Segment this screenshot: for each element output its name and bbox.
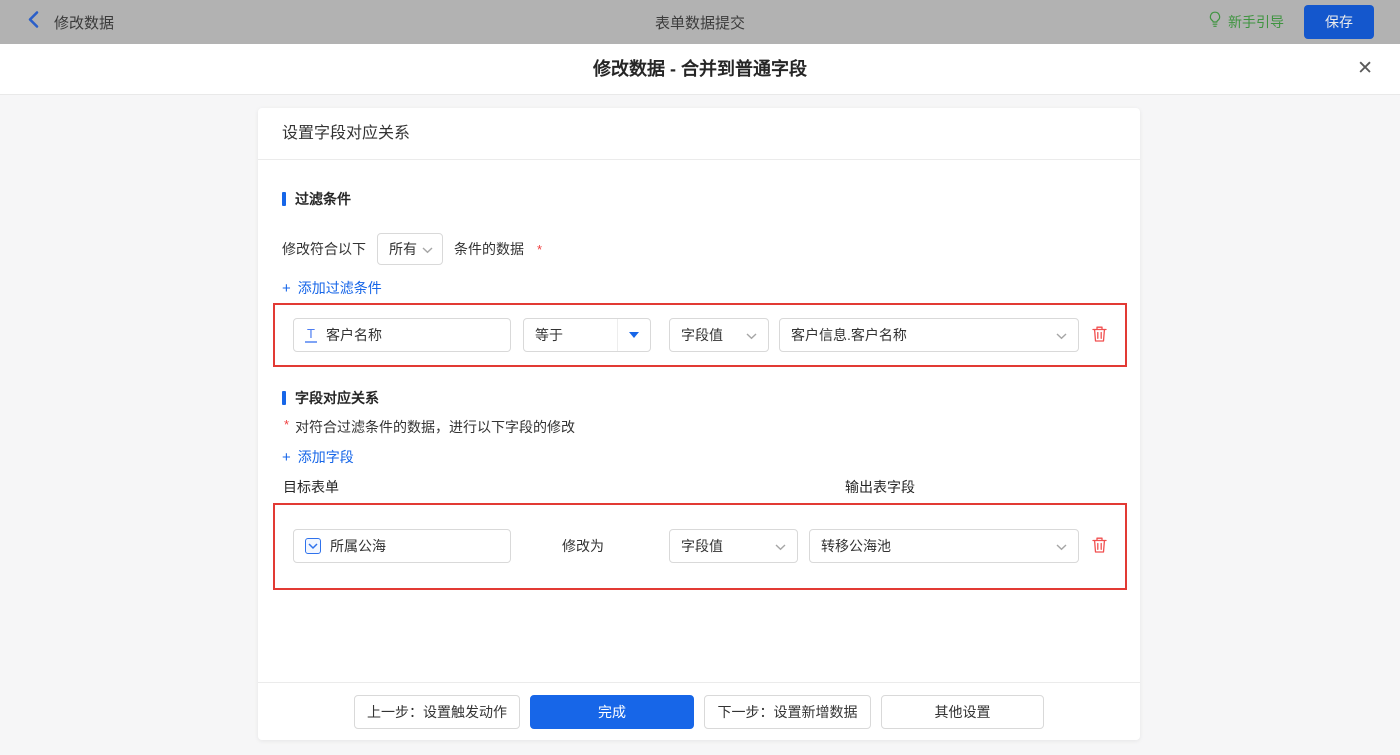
page-title: 表单数据提交	[654, 14, 745, 32]
mapping-value-type-select[interactable]: 字段值	[669, 529, 798, 563]
highlight-box-filter: T 客户名称 等于 字段值 客户信息.客户名称	[273, 303, 1127, 367]
plus-icon: +	[282, 279, 291, 297]
operator-value: 等于	[535, 327, 563, 343]
back-button[interactable]	[27, 10, 39, 34]
add-field-link[interactable]: + 添加字段	[282, 447, 354, 467]
condition-row: 修改符合以下 所有 条件的数据 *	[282, 233, 542, 265]
chevron-down-icon	[1056, 538, 1067, 554]
delete-filter-button[interactable]	[1091, 325, 1108, 348]
mapping-section-title: 字段对应关系	[282, 388, 379, 408]
value-type-value: 字段值	[681, 327, 723, 343]
modal-header: 修改数据 - 合并到普通字段 ✕	[0, 44, 1400, 95]
add-field-label: 添加字段	[297, 449, 354, 465]
mapping-value: 转移公海池	[821, 538, 891, 554]
card-header-title: 设置字段对应关系	[258, 108, 1140, 160]
section-accent-bar	[282, 391, 286, 405]
chevron-down-icon	[775, 538, 786, 554]
trash-icon	[1091, 536, 1108, 559]
prev-step-button[interactable]: 上一步：设置触发动作	[354, 694, 520, 729]
topbar: 修改数据 表单数据提交 新手引导 保存	[0, 0, 1400, 44]
back-chevron-icon	[27, 10, 39, 34]
filter-section-title: 过滤条件	[282, 189, 351, 209]
condition-suffix: 条件的数据	[454, 241, 524, 257]
chevron-down-icon	[1056, 327, 1067, 343]
add-filter-condition-link[interactable]: + 添加过滤条件	[282, 278, 382, 298]
trash-icon	[1091, 325, 1108, 348]
mapping-note: * 对符合过滤条件的数据，进行以下字段的修改	[282, 417, 575, 437]
card-footer: 上一步：设置触发动作 完成 下一步：设置新增数据 其他设置	[258, 682, 1140, 740]
chevron-down-icon	[746, 327, 757, 343]
dropdown-triangle-icon[interactable]	[617, 319, 650, 351]
beginner-guide-label: 新手引导	[1228, 14, 1284, 30]
mapping-note-text: 对符合过滤条件的数据，进行以下字段的修改	[295, 419, 576, 435]
back-label[interactable]: 修改数据	[54, 12, 114, 33]
select-field-icon	[305, 538, 321, 554]
lightbulb-icon	[1208, 11, 1222, 33]
plus-icon: +	[282, 448, 291, 466]
mapping-value-select[interactable]: 转移公海池	[809, 529, 1079, 563]
beginner-guide-button[interactable]: 新手引导	[1208, 11, 1284, 33]
save-button[interactable]: 保存	[1304, 5, 1374, 39]
chevron-down-icon	[422, 241, 433, 257]
done-button[interactable]: 完成	[530, 694, 694, 729]
operator-select[interactable]: 等于	[523, 318, 651, 352]
value-type-select[interactable]: 字段值	[669, 318, 769, 352]
filter-field-label: 客户名称	[325, 327, 382, 343]
column-header-target-form: 目标表单	[283, 479, 339, 495]
filter-value-select[interactable]: 客户信息.客户名称	[779, 318, 1079, 352]
modify-to-label: 修改为	[562, 538, 604, 554]
condition-match-value: 所有	[389, 241, 417, 257]
add-filter-condition-label: 添加过滤条件	[297, 280, 382, 296]
section-accent-bar	[282, 192, 286, 206]
next-step-button[interactable]: 下一步：设置新增数据	[704, 694, 871, 729]
mapping-field-label: 所属公海	[330, 538, 386, 554]
other-settings-button[interactable]: 其他设置	[881, 694, 1044, 729]
condition-match-select[interactable]: 所有	[377, 233, 443, 265]
filter-value: 客户信息.客户名称	[791, 327, 907, 343]
delete-mapping-button[interactable]	[1091, 536, 1108, 559]
settings-card: 设置字段对应关系 过滤条件 修改符合以下 所有 条件的数据 * + 添加过滤条件…	[258, 108, 1140, 740]
required-asterisk: *	[284, 417, 290, 432]
highlight-box-mapping: 所属公海 修改为 字段值 转移公海池	[273, 503, 1127, 590]
required-asterisk: *	[537, 241, 543, 257]
close-icon[interactable]: ✕	[1353, 44, 1377, 94]
modal-title: 修改数据 - 合并到普通字段	[593, 59, 807, 79]
filter-field-chip[interactable]: T 客户名称	[293, 318, 511, 352]
text-field-icon: T	[305, 326, 317, 343]
column-header-output-field: 输出表字段	[845, 479, 915, 495]
condition-prefix: 修改符合以下	[282, 241, 366, 257]
mapping-field-chip[interactable]: 所属公海	[293, 529, 511, 563]
mapping-value-type: 字段值	[681, 538, 723, 554]
